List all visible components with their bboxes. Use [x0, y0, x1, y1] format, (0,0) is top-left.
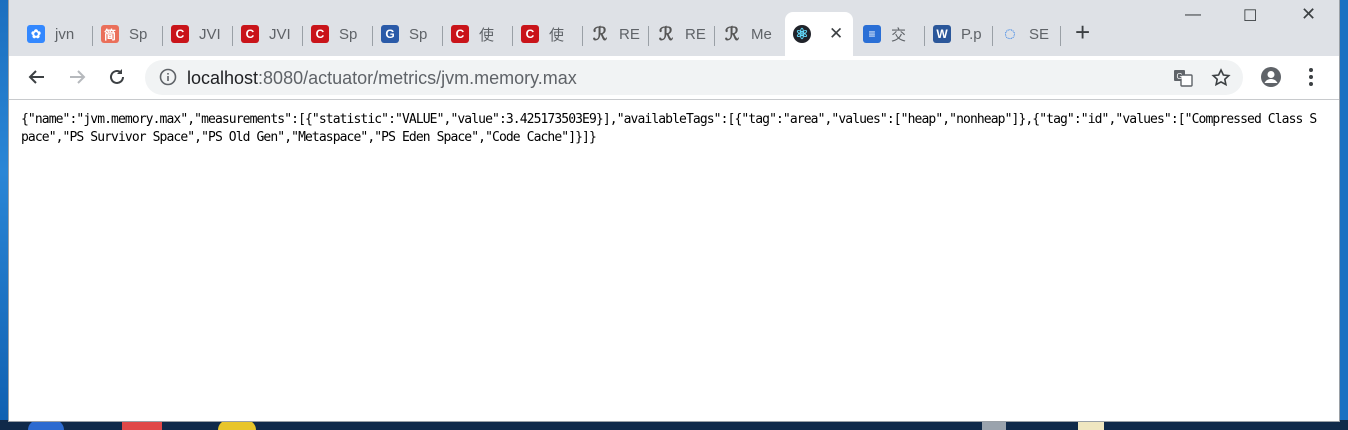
back-arrow-icon [28, 70, 44, 84]
reload-button[interactable] [103, 63, 131, 91]
close-window-icon[interactable]: ✕ [1301, 4, 1316, 25]
csdn-icon: C [521, 25, 539, 43]
tab[interactable]: W P.p [925, 20, 993, 48]
tab[interactable]: ◌ SE [993, 20, 1061, 48]
close-tab-icon[interactable]: ✕ [829, 24, 843, 44]
tab-title: JVI [199, 25, 221, 43]
json-response-text: {"name":"jvm.memory.max","measurements":… [21, 112, 1317, 145]
back-button[interactable] [23, 63, 51, 91]
csdn-icon: C [311, 25, 329, 43]
tab-title: Sp [339, 25, 358, 43]
csdn-icon: C [241, 25, 259, 43]
tab-title: JVI [269, 25, 291, 43]
tab-title: 交 [891, 26, 907, 44]
cnblogs-icon: G [381, 25, 399, 43]
tab[interactable]: ℛ RE [649, 20, 715, 48]
tab-title: Sp [409, 25, 428, 43]
tab[interactable]: ℛ Me [715, 20, 785, 48]
bookmark-star-icon[interactable] [1211, 68, 1231, 88]
tab-title: 使 [549, 26, 565, 44]
forward-arrow-icon [70, 70, 86, 84]
taskbar-icon[interactable] [28, 420, 64, 430]
tab[interactable]: ℛ RE [583, 20, 649, 48]
taskbar [0, 420, 1348, 430]
desktop-background-right [1339, 0, 1348, 430]
taskbar-icon[interactable] [122, 420, 162, 430]
minimize-icon[interactable]: — [1185, 6, 1201, 24]
forward-button[interactable] [63, 63, 91, 91]
tab-active[interactable]: ⚛ ✕ [785, 12, 853, 56]
jian-icon: 简 [101, 25, 119, 43]
tab[interactable]: G Sp [373, 20, 443, 48]
database-icon: ≡ [863, 25, 881, 43]
word-icon: W [933, 25, 951, 43]
tab-title: RE [619, 25, 640, 43]
url-text[interactable]: localhost:8080/actuator/metrics/jvm.memo… [187, 68, 577, 89]
tab-strip: ✿ jvn 简 Sp C JVI C JVI C Sp G Sp C 使 C 使… [9, 0, 1339, 56]
translate-icon[interactable]: G [1173, 68, 1193, 88]
tab-title: 使 [479, 26, 495, 44]
script-icon: ℛ [592, 23, 608, 44]
tab-title: Me [751, 25, 772, 43]
script-icon: ℛ [724, 23, 740, 44]
tab-title: Sp [129, 25, 148, 43]
tab-title: SE [1029, 25, 1050, 43]
taskbar-icon[interactable] [218, 420, 256, 430]
csdn-icon: C [171, 25, 189, 43]
tab-title: jvn [55, 25, 75, 43]
tab-title: P.p [961, 25, 982, 43]
kebab-menu-icon [1309, 68, 1313, 86]
info-icon[interactable] [159, 68, 177, 86]
taskbar-icon[interactable] [982, 420, 1006, 430]
reload-icon [110, 69, 124, 84]
tab[interactable]: C Sp [303, 20, 373, 48]
new-tab-button[interactable]: + [1075, 18, 1090, 46]
tab-separator [1060, 26, 1061, 46]
tab[interactable]: C JVI [163, 20, 233, 48]
svg-text:G: G [1177, 72, 1183, 81]
react-icon: ⚛ [793, 25, 811, 43]
maximize-icon[interactable]: ☐ [1243, 6, 1257, 26]
page-content: {"name":"jvm.memory.max","measurements":… [9, 100, 1339, 421]
tab[interactable]: 简 Sp [93, 20, 163, 48]
tab[interactable]: ≡ 交 [855, 20, 925, 48]
toolbar: localhost:8080/actuator/metrics/jvm.memo… [9, 56, 1339, 100]
csdn-icon: C [451, 25, 469, 43]
account-icon [1261, 67, 1281, 87]
menu-button[interactable] [1297, 63, 1325, 91]
tab-title: RE [685, 25, 706, 43]
tab[interactable]: C 使 [513, 20, 583, 48]
taskbar-icon[interactable] [1078, 420, 1104, 430]
desktop-background [0, 0, 9, 430]
browser-window: ✿ jvn 简 Sp C JVI C JVI C Sp G Sp C 使 C 使… [9, 0, 1339, 421]
url-host: localhost [187, 68, 259, 88]
paw-icon: ✿ [27, 25, 45, 43]
tab[interactable]: C 使 [443, 20, 513, 48]
script-icon: ℛ [658, 23, 674, 44]
url-path: :8080/actuator/metrics/jvm.memory.max [258, 68, 577, 88]
address-bar[interactable]: localhost:8080/actuator/metrics/jvm.memo… [145, 60, 1243, 95]
profile-button[interactable] [1257, 63, 1285, 91]
tab[interactable]: ✿ jvn [19, 20, 93, 48]
tab[interactable]: C JVI [233, 20, 303, 48]
loading-icon: ◌ [1004, 22, 1016, 45]
